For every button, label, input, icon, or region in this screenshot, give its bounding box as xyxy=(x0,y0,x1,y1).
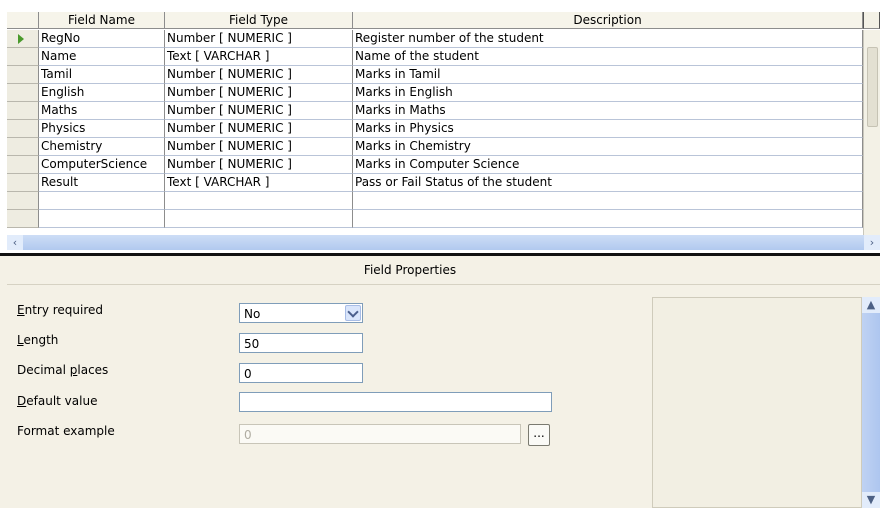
field-type-cell[interactable]: Number [ NUMERIC ] xyxy=(165,30,353,48)
help-vertical-scrollbar[interactable]: ▲ ▼ xyxy=(862,297,880,508)
description-cell[interactable]: Marks in English xyxy=(353,84,863,102)
field-name-cell[interactable]: RegNo xyxy=(39,30,165,48)
field-name-cell[interactable]: Result xyxy=(39,174,165,192)
field-type-cell[interactable] xyxy=(165,210,353,228)
table-row[interactable]: Chemistry Number [ NUMERIC ] Marks in Ch… xyxy=(7,138,863,156)
field-type-cell[interactable] xyxy=(165,192,353,210)
table-design-window: Field Name Field Type Description RegNo … xyxy=(0,0,880,508)
field-name-cell[interactable] xyxy=(39,192,165,210)
description-cell[interactable]: Pass or Fail Status of the student xyxy=(353,174,863,192)
table-row[interactable] xyxy=(7,210,863,228)
row-selector[interactable] xyxy=(7,48,39,66)
field-type-cell[interactable]: Number [ NUMERIC ] xyxy=(165,156,353,174)
row-selector[interactable] xyxy=(7,102,39,120)
dropdown-button[interactable] xyxy=(345,305,361,321)
scroll-down-icon[interactable]: ▼ xyxy=(862,492,880,508)
default-value-input[interactable] xyxy=(239,392,552,412)
help-text-box xyxy=(652,297,862,508)
grid-header: Field Name Field Type Description xyxy=(7,12,880,30)
field-grid: Field Name Field Type Description RegNo … xyxy=(7,7,880,254)
entry-required-select[interactable]: No xyxy=(239,303,363,323)
table-row[interactable]: ComputerScience Number [ NUMERIC ] Marks… xyxy=(7,156,863,174)
row-selector[interactable] xyxy=(7,210,39,228)
field-name-cell[interactable]: Chemistry xyxy=(39,138,165,156)
header-end-cap xyxy=(863,12,880,29)
chevron-down-icon xyxy=(347,306,359,318)
row-selector[interactable] xyxy=(7,84,39,102)
row-selector[interactable] xyxy=(7,174,39,192)
field-name-cell[interactable]: Tamil xyxy=(39,66,165,84)
row-selector[interactable] xyxy=(7,66,39,84)
field-name-cell[interactable] xyxy=(39,210,165,228)
table-row[interactable]: Tamil Number [ NUMERIC ] Marks in Tamil xyxy=(7,66,863,84)
length-input[interactable]: 50 xyxy=(239,333,363,353)
format-example-label: Format example xyxy=(17,424,115,438)
table-row[interactable]: Result Text [ VARCHAR ] Pass or Fail Sta… xyxy=(7,174,863,192)
field-type-cell[interactable]: Text [ VARCHAR ] xyxy=(165,48,353,66)
description-cell[interactable]: Name of the student xyxy=(353,48,863,66)
decimal-places-input[interactable]: 0 xyxy=(239,363,363,383)
scroll-up-icon[interactable]: ▲ xyxy=(862,297,880,313)
field-name-cell[interactable]: Physics xyxy=(39,120,165,138)
row-selector[interactable] xyxy=(7,120,39,138)
header-corner xyxy=(7,12,39,29)
format-example-input: 0 xyxy=(239,424,521,444)
decimal-places-label: Decimal places xyxy=(17,363,109,377)
row-pointer-arrow-icon xyxy=(18,34,24,44)
length-label: Length xyxy=(17,333,59,347)
entry-required-label: Entry required xyxy=(17,303,104,317)
table-row[interactable]: Maths Number [ NUMERIC ] Marks in Maths xyxy=(7,102,863,120)
column-header-description[interactable]: Description xyxy=(353,12,863,29)
table-row[interactable]: RegNo Number [ NUMERIC ] Register number… xyxy=(7,30,863,48)
row-selector[interactable] xyxy=(7,30,39,48)
field-name-cell[interactable]: English xyxy=(39,84,165,102)
table-row[interactable]: Physics Number [ NUMERIC ] Marks in Phys… xyxy=(7,120,863,138)
row-selector[interactable] xyxy=(7,192,39,210)
description-cell[interactable]: Marks in Tamil xyxy=(353,66,863,84)
table-row[interactable] xyxy=(7,192,863,210)
field-name-cell[interactable]: ComputerScience xyxy=(39,156,165,174)
grid-horizontal-scrollbar[interactable]: ‹ › xyxy=(7,235,880,250)
field-type-cell[interactable]: Text [ VARCHAR ] xyxy=(165,174,353,192)
description-cell[interactable]: Marks in Chemistry xyxy=(353,138,863,156)
field-properties-panel: Field Properties Entry required No Lengt… xyxy=(0,256,880,508)
column-header-field-name[interactable]: Field Name xyxy=(39,12,165,29)
default-value-label: Default value xyxy=(17,394,98,408)
table-row[interactable]: Name Text [ VARCHAR ] Name of the studen… xyxy=(7,48,863,66)
divider xyxy=(7,284,880,285)
description-cell[interactable]: Marks in Computer Science xyxy=(353,156,863,174)
row-selector[interactable] xyxy=(7,138,39,156)
field-type-cell[interactable]: Number [ NUMERIC ] xyxy=(165,138,353,156)
format-browse-button[interactable]: ... xyxy=(528,424,550,446)
description-cell[interactable] xyxy=(353,192,863,210)
row-selector[interactable] xyxy=(7,156,39,174)
scroll-right-icon[interactable]: › xyxy=(864,235,880,250)
description-cell[interactable] xyxy=(353,210,863,228)
description-cell[interactable]: Marks in Maths xyxy=(353,102,863,120)
field-type-cell[interactable]: Number [ NUMERIC ] xyxy=(165,84,353,102)
entry-required-value: No xyxy=(244,307,261,321)
field-name-cell[interactable]: Maths xyxy=(39,102,165,120)
field-type-cell[interactable]: Number [ NUMERIC ] xyxy=(165,102,353,120)
field-type-cell[interactable]: Number [ NUMERIC ] xyxy=(165,120,353,138)
description-cell[interactable]: Register number of the student xyxy=(353,30,863,48)
column-header-field-type[interactable]: Field Type xyxy=(165,12,353,29)
description-cell[interactable]: Marks in Physics xyxy=(353,120,863,138)
field-properties-title: Field Properties xyxy=(363,263,457,277)
field-type-cell[interactable]: Number [ NUMERIC ] xyxy=(165,66,353,84)
scroll-left-icon[interactable]: ‹ xyxy=(7,235,23,250)
grid-vertical-scroll-thumb[interactable] xyxy=(867,47,878,127)
field-name-cell[interactable]: Name xyxy=(39,48,165,66)
grid-rows: RegNo Number [ NUMERIC ] Register number… xyxy=(7,30,863,228)
table-row[interactable]: English Number [ NUMERIC ] Marks in Engl… xyxy=(7,84,863,102)
